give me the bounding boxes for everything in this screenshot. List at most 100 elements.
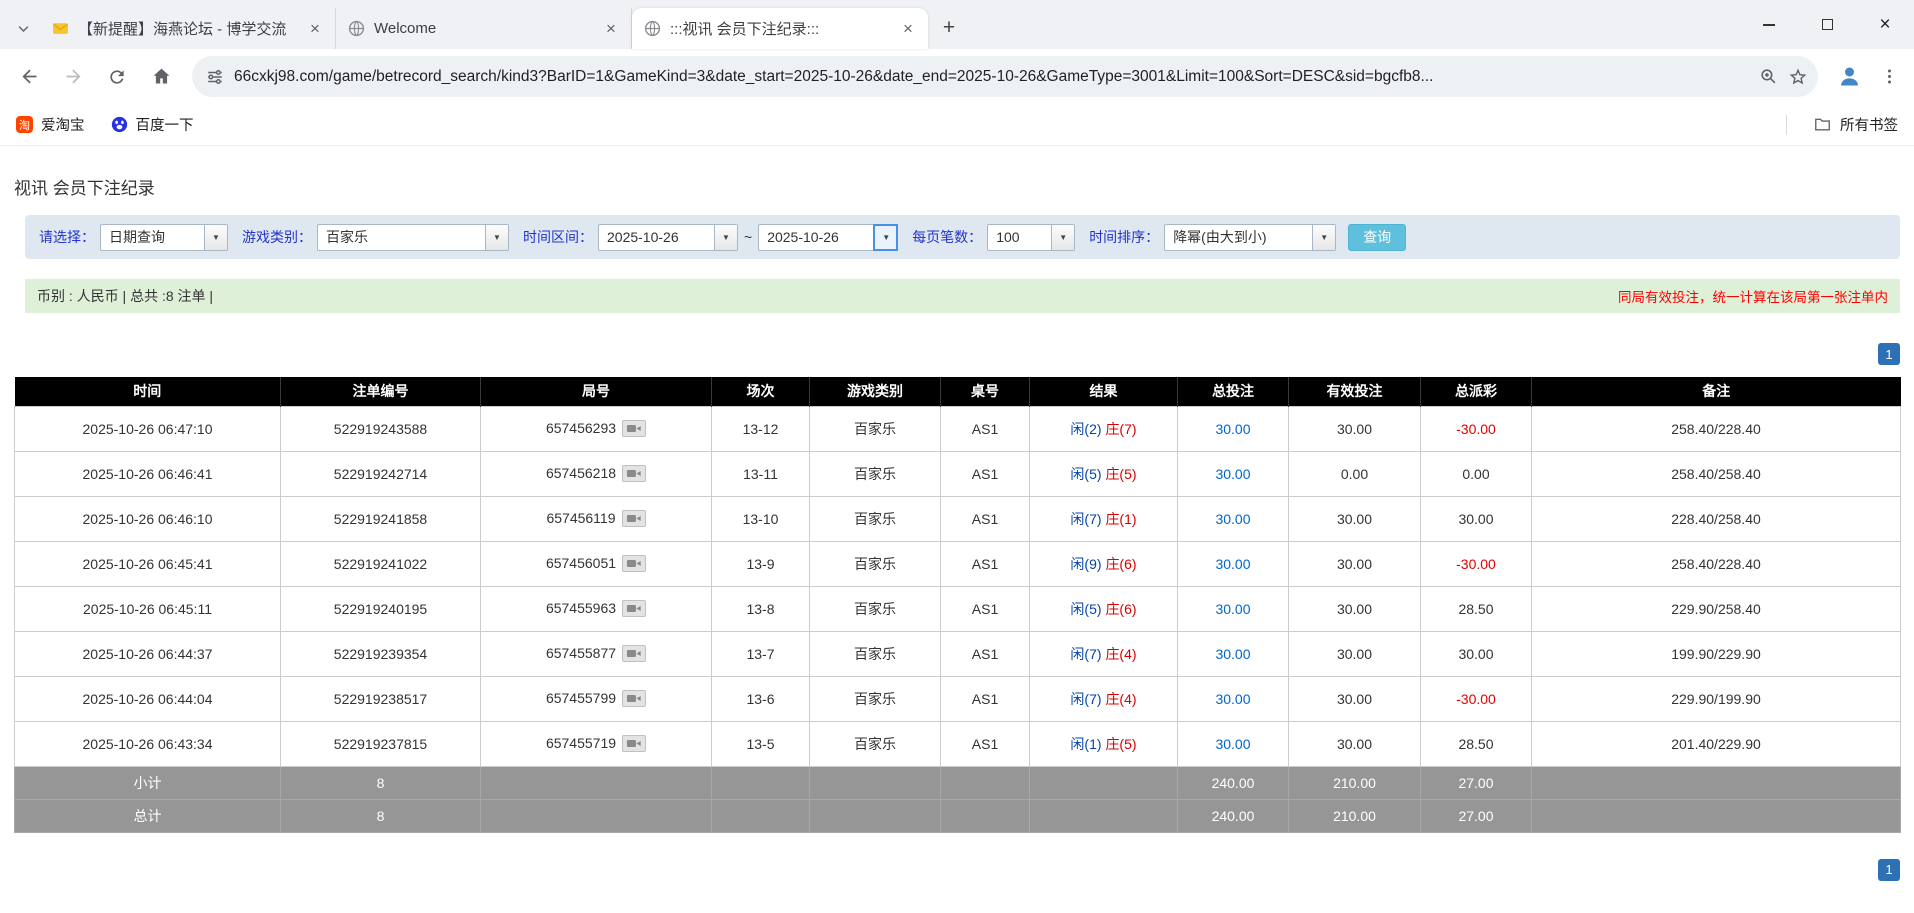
page-title: 视讯 会员下注纪录 <box>14 174 1914 199</box>
refresh-button[interactable] <box>98 58 136 96</box>
page-number-button[interactable]: 1 <box>1878 859 1900 881</box>
bookmark-baidu[interactable]: 百度一下 <box>111 114 194 135</box>
page-size-select[interactable]: 100 ▼ <box>987 224 1075 251</box>
result-banker: 庄(1) <box>1105 511 1136 527</box>
cell-time: 2025-10-26 06:43:34 <box>15 721 281 766</box>
result-banker: 庄(4) <box>1105 691 1136 707</box>
select-label: 请选择： <box>39 227 95 247</box>
chevron-down-icon[interactable]: ▼ <box>1051 225 1074 250</box>
total-bet-link[interactable]: 30.00 <box>1215 421 1250 437</box>
cell-result: 闲(5) 庄(5) <box>1030 451 1178 496</box>
video-replay-icon[interactable] <box>622 420 646 437</box>
query-type-select[interactable]: 日期查询 ▼ <box>100 224 228 251</box>
date-start-select[interactable]: 2025-10-26 ▼ <box>598 224 738 251</box>
col-result: 结果 <box>1030 377 1178 406</box>
filter-bar: 请选择： 日期查询 ▼ 游戏类别： 百家乐 ▼ 时间区间： 2025-10-26… <box>25 215 1900 259</box>
subtotal-total-bet: 240.00 <box>1178 766 1289 799</box>
new-tab-button[interactable]: + <box>934 13 964 43</box>
tab-bet-record[interactable]: :::视讯 会员下注纪录::: × <box>632 8 928 49</box>
total-valid-bet: 210.00 <box>1289 799 1421 832</box>
chevron-down-icon[interactable]: ▼ <box>714 225 737 250</box>
table-row: 2025-10-26 06:46:10522919241858657456119… <box>15 496 1901 541</box>
home-button[interactable] <box>142 58 180 96</box>
cell-total-bet: 30.00 <box>1178 631 1289 676</box>
back-button[interactable] <box>10 58 48 96</box>
cell-table-no: AS1 <box>941 541 1030 586</box>
total-bet-link[interactable]: 30.00 <box>1215 646 1250 662</box>
site-settings-tune-icon[interactable] <box>206 68 224 86</box>
video-replay-icon[interactable] <box>622 510 646 527</box>
video-replay-icon[interactable] <box>622 600 646 617</box>
cell-table-no: AS1 <box>941 721 1030 766</box>
close-icon: × <box>1879 15 1890 34</box>
total-bet-link[interactable]: 30.00 <box>1215 736 1250 752</box>
chevron-down-icon[interactable]: ▼ <box>485 225 508 250</box>
sort-value: 降幂(由大到小) <box>1165 225 1312 250</box>
subtotal-count: 8 <box>281 766 481 799</box>
cell-bet-id: 522919239354 <box>281 631 481 676</box>
col-note: 备注 <box>1532 377 1901 406</box>
tab-forum[interactable]: 【新提醒】海燕论坛 - 博学交流 × <box>40 8 336 49</box>
total-bet-link[interactable]: 30.00 <box>1215 556 1250 572</box>
maximize-button[interactable] <box>1798 0 1856 49</box>
cell-session: 13-11 <box>712 451 810 496</box>
result-banker: 庄(6) <box>1105 601 1136 617</box>
search-button[interactable]: 查询 <box>1348 224 1406 251</box>
tab-close-icon[interactable]: × <box>305 19 325 39</box>
cell-note: 229.90/199.90 <box>1532 676 1901 721</box>
result-banker: 庄(4) <box>1105 646 1136 662</box>
folder-icon <box>1813 115 1832 134</box>
chevron-down-icon[interactable]: ▼ <box>874 225 897 250</box>
zoom-icon[interactable] <box>1759 67 1778 86</box>
cell-round-id: 657455799 <box>481 676 712 721</box>
chevron-down-icon[interactable]: ▼ <box>204 225 227 250</box>
cell-result: 闲(9) 庄(6) <box>1030 541 1178 586</box>
browser-menu-icon[interactable] <box>1874 58 1904 96</box>
game-type-select[interactable]: 百家乐 ▼ <box>317 224 509 251</box>
cell-game-type: 百家乐 <box>810 586 941 631</box>
bookmark-taobao[interactable]: 淘 爱淘宝 <box>16 114 85 135</box>
footer-empty-cell <box>1030 766 1178 799</box>
total-bet-link[interactable]: 30.00 <box>1215 466 1250 482</box>
total-bet-link[interactable]: 30.00 <box>1215 691 1250 707</box>
cell-total-bet: 30.00 <box>1178 496 1289 541</box>
all-bookmarks-button[interactable]: 所有书签 <box>1813 114 1898 135</box>
tab-close-icon[interactable]: × <box>898 19 918 39</box>
col-bet-id: 注单编号 <box>281 377 481 406</box>
cell-valid-bet: 30.00 <box>1289 631 1421 676</box>
forward-button[interactable] <box>54 58 92 96</box>
result-player: 闲(7) <box>1070 691 1101 707</box>
globe-icon <box>644 20 661 37</box>
total-bet-link[interactable]: 30.00 <box>1215 511 1250 527</box>
footer-empty-cell <box>712 766 810 799</box>
bookmark-star-icon[interactable] <box>1788 67 1808 87</box>
chevron-down-icon[interactable]: ▼ <box>1312 225 1335 250</box>
url-text[interactable]: 66cxkj98.com/game/betrecord_search/kind3… <box>234 68 1749 86</box>
tab-welcome[interactable]: Welcome × <box>336 8 632 49</box>
sort-select[interactable]: 降幂(由大到小) ▼ <box>1164 224 1336 251</box>
cell-session: 13-5 <box>712 721 810 766</box>
cell-payout: -30.00 <box>1421 676 1532 721</box>
video-replay-icon[interactable] <box>622 555 646 572</box>
cell-total-bet: 30.00 <box>1178 676 1289 721</box>
address-bar[interactable]: 66cxkj98.com/game/betrecord_search/kind3… <box>192 56 1818 97</box>
close-button[interactable]: × <box>1856 0 1914 49</box>
tab-list-chevron-icon[interactable] <box>6 8 40 49</box>
date-end-value: 2025-10-26 <box>759 225 874 250</box>
profile-avatar[interactable] <box>1830 58 1868 96</box>
minimize-button[interactable] <box>1740 0 1798 49</box>
video-replay-icon[interactable] <box>622 690 646 707</box>
cell-result: 闲(7) 庄(1) <box>1030 496 1178 541</box>
tab-close-icon[interactable]: × <box>601 19 621 39</box>
bookmark-label: 百度一下 <box>136 114 194 135</box>
date-range-tilde: ~ <box>744 229 752 245</box>
date-end-select[interactable]: 2025-10-26 ▼ <box>758 224 898 251</box>
page-number-button[interactable]: 1 <box>1878 343 1900 365</box>
video-replay-icon[interactable] <box>622 645 646 662</box>
game-type-label: 游戏类别： <box>242 227 312 247</box>
video-replay-icon[interactable] <box>622 735 646 752</box>
total-bet-link[interactable]: 30.00 <box>1215 601 1250 617</box>
video-replay-icon[interactable] <box>622 465 646 482</box>
result-player: 闲(1) <box>1070 736 1101 752</box>
table-header-row: 时间 注单编号 局号 场次 游戏类别 桌号 结果 总投注 有效投注 总派彩 备注 <box>15 377 1901 406</box>
